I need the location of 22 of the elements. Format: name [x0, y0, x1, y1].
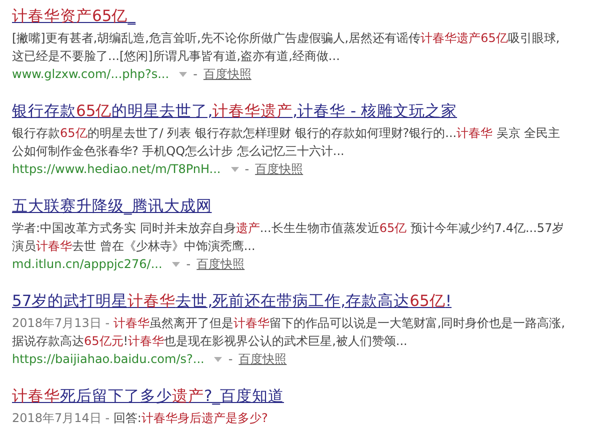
result-snippet: [撇嘴]更有甚者,胡编乱造,危言耸听,先不论你所做广告虚假骗人,居然还有谣传计春华遗产65亿吸引眼球,这已经是不要脸了...[悠闲]所谓凡事皆有道,盗亦有道,经商做... [12, 30, 561, 65]
caret-icon[interactable] [172, 262, 180, 266]
result-url: md.itlun.cn/apppjc276/... [12, 256, 162, 273]
cache-link[interactable]: 百度快照 [196, 255, 245, 273]
cache-link[interactable]: 百度快照 [203, 65, 252, 83]
separator-dash: - [228, 351, 233, 368]
result-snippet: 学者:中国改革方式务实 同时并未放弃自身遗产...长生生物市值蒸发近65亿 预计今年减少约7.4亿...57岁演员计春华去世 曾在《少林寺》中饰演秃鹰... [12, 220, 566, 255]
result-url: www.glzxw.com/...php?s... [12, 66, 170, 83]
caret-icon[interactable] [179, 72, 188, 76]
result-snippet: 银行存款65亿的明星去世了/ 列表 银行存款怎样理财 银行的存款如何理财?银行的...计春华 吴京 全民主公如何制作金色张春华? 手机QQ怎么计步 怎么记忆三十六计... [12, 125, 562, 160]
separator-dash: - [244, 161, 250, 178]
separator-dash: - [186, 256, 191, 273]
caret-icon[interactable] [230, 166, 239, 172]
cache-link[interactable]: 百度快照 [238, 350, 287, 368]
cache-link[interactable]: 百度快照 [255, 160, 304, 178]
separator-dash: - [193, 66, 198, 83]
result-url: https://www.hediao.net/m/T8PnH... [12, 161, 221, 178]
result-title[interactable]: 计春华资产65亿_ [12, 5, 136, 27]
caret-icon[interactable] [214, 356, 222, 362]
result-snippet: 2018年7月13日 - 计春华虽然离开了但是计春华留下的作品可以说是一大笔财富,同时身价也是一路高涨,据说存款高达65亿元!计春华也是现在影视界公认的武术巨星,被人们赞颂... [12, 315, 566, 350]
result-snippet: 2018年7月14日 - 回答:计春华身后遗产是多少? [12, 410, 269, 427]
result-url: https://baijiahao.baidu.com/s?... [12, 351, 204, 368]
